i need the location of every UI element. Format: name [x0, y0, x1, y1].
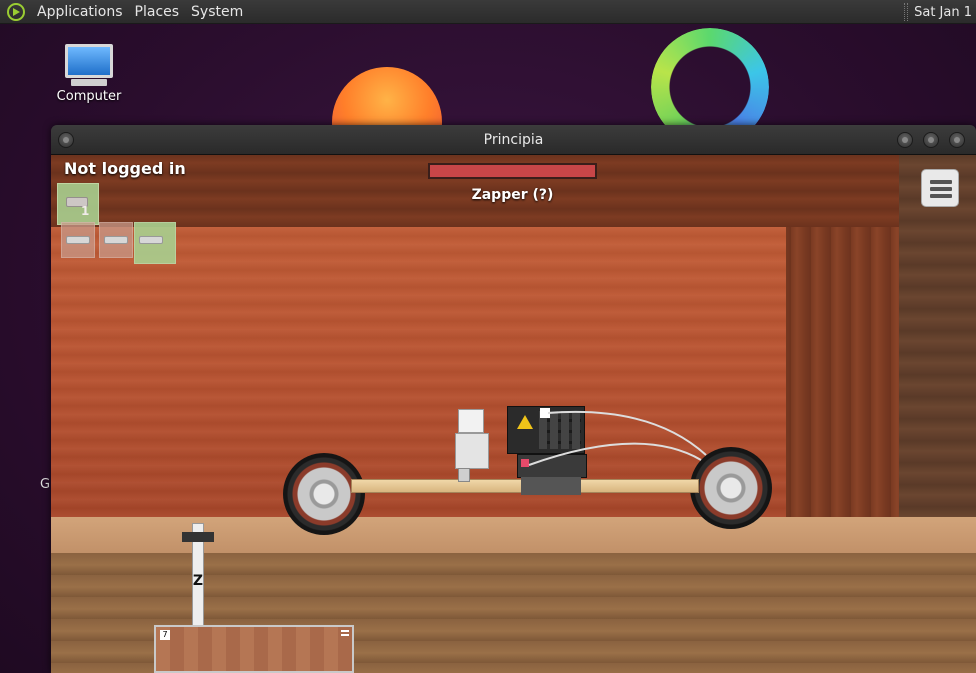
distro-logo-icon[interactable]	[7, 2, 25, 21]
menu-line	[930, 187, 952, 191]
menu-applications[interactable]: Applications	[31, 4, 129, 20]
tool-slot-number: 1	[81, 204, 90, 218]
maximize-button[interactable]	[923, 132, 939, 148]
panel-right-area: Sat Jan 1	[904, 0, 976, 24]
tool-sub-slot-1[interactable]	[61, 222, 95, 258]
login-status[interactable]: Not logged in	[64, 159, 186, 178]
game-viewport[interactable]: Z 7 Not logged in 1 Zapper (?)	[51, 155, 976, 673]
health-bar	[428, 163, 597, 179]
weapon-label[interactable]: Zapper (?)	[428, 187, 597, 203]
window-title: Principia	[483, 131, 544, 148]
close-button[interactable]	[949, 132, 965, 148]
tool-sub-slot-3[interactable]	[134, 222, 176, 264]
tool-slot-active[interactable]: 1	[57, 183, 99, 225]
desktop-icon-label: Computer	[56, 89, 122, 104]
menu-line	[930, 180, 952, 184]
menu-system[interactable]: System	[185, 4, 249, 20]
crate-menu-icon[interactable]	[341, 630, 349, 636]
clock[interactable]: Sat Jan 1	[914, 5, 976, 20]
computer-icon	[65, 44, 113, 78]
minimize-button[interactable]	[897, 132, 913, 148]
lever-key-label: Z	[192, 573, 204, 589]
wooden-crate[interactable]: 7	[154, 625, 354, 673]
principia-window: Principia Z 7 Not logged in 1 Zapper (?)	[51, 125, 976, 673]
top-panel: Applications Places System Sat Jan 1	[0, 0, 976, 24]
menu-places[interactable]: Places	[129, 4, 186, 20]
window-menu-button[interactable]	[58, 132, 74, 148]
tool-variant-3-icon	[139, 236, 163, 244]
tool-sub-slot-2[interactable]	[99, 222, 133, 258]
desktop-partial-label: G	[40, 477, 51, 492]
tool-variant-2-icon	[104, 236, 128, 244]
window-titlebar[interactable]: Principia	[51, 125, 976, 155]
tool-variant-1-icon	[66, 236, 90, 244]
lever-cap	[182, 532, 214, 542]
hamburger-menu-button[interactable]	[921, 169, 959, 207]
wire-cables	[528, 410, 707, 466]
menu-line	[930, 194, 952, 198]
desktop-icon-computer[interactable]: Computer	[55, 44, 123, 104]
crate-number: 7	[160, 630, 170, 640]
panel-separator	[904, 3, 909, 21]
computer-icon-stand	[71, 79, 107, 86]
